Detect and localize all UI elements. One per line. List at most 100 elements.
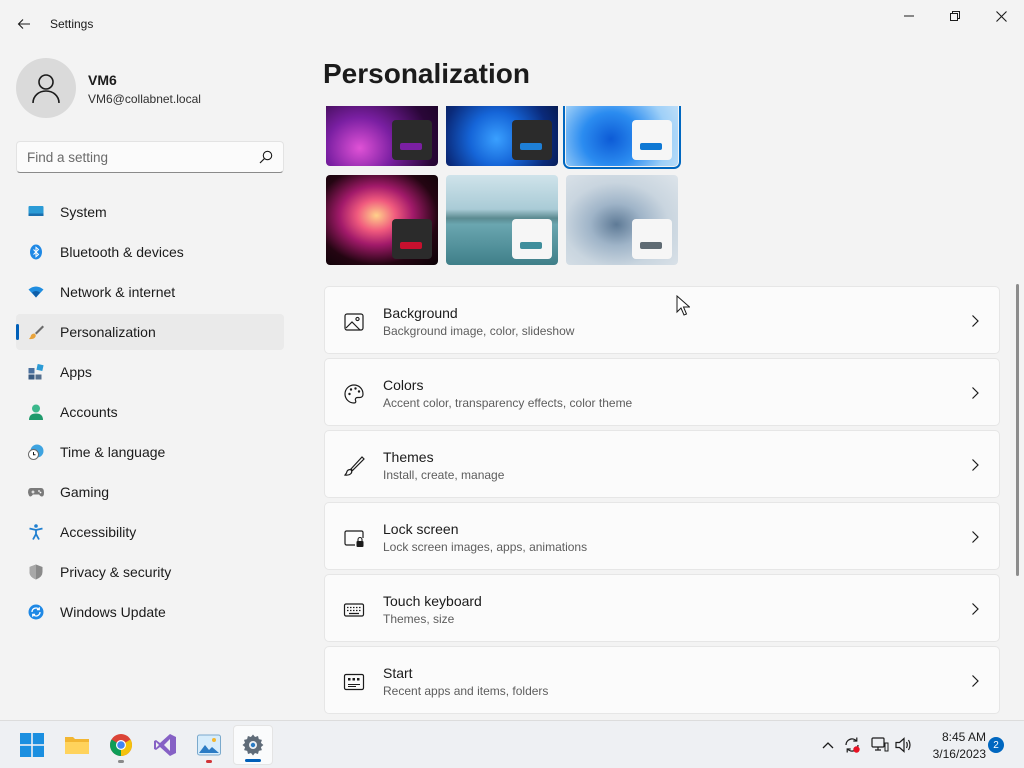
person-icon xyxy=(32,74,60,104)
gamepad-icon xyxy=(28,488,44,497)
accessibility-icon xyxy=(29,524,43,540)
chevron-right-icon xyxy=(972,675,979,687)
setting-description: Themes, size xyxy=(383,612,455,626)
back-button[interactable] xyxy=(10,10,38,38)
theme-thumbnail-flower[interactable] xyxy=(326,175,438,265)
network-icon xyxy=(871,737,889,752)
page-title: Personalization xyxy=(323,58,530,89)
setting-themes[interactable]: Themes Install, create, manage xyxy=(324,430,1000,498)
avatar[interactable] xyxy=(16,58,76,118)
accent-bar xyxy=(520,143,542,150)
clock-time[interactable]: 8:45 AM xyxy=(920,730,986,744)
app-title: Settings xyxy=(50,17,94,31)
setting-title: Background xyxy=(383,305,458,321)
setting-title: Lock screen xyxy=(383,521,459,537)
taskbar-photos[interactable] xyxy=(189,725,229,765)
sidebar-item-network[interactable]: Network & internet xyxy=(16,274,284,310)
close-button[interactable] xyxy=(978,0,1024,32)
title-bar: Settings xyxy=(0,0,1024,46)
user-email: VM6@collabnet.local xyxy=(88,92,201,106)
theme-thumbnail-bloom-silver[interactable] xyxy=(566,175,678,265)
accent-bar xyxy=(640,143,662,150)
start-menu-icon xyxy=(343,673,365,691)
theme-thumbnail-lake[interactable] xyxy=(446,175,558,265)
scrollbar-thumb[interactable] xyxy=(1016,284,1019,576)
apps-grid-icon xyxy=(28,364,44,380)
user-name: VM6 xyxy=(88,72,117,88)
taskbar-chrome[interactable] xyxy=(101,725,141,765)
setting-colors[interactable]: Colors Accent color, transparency effect… xyxy=(324,358,1000,426)
paintbrush-icon xyxy=(29,325,44,340)
sidebar-item-label: Privacy & security xyxy=(60,564,172,580)
tray-volume[interactable] xyxy=(894,735,914,755)
clock-date[interactable]: 3/16/2023 xyxy=(920,747,986,761)
back-arrow-icon xyxy=(17,19,30,29)
sidebar-item-privacy-security[interactable]: Privacy & security xyxy=(16,554,284,590)
sidebar-item-accounts[interactable]: Accounts xyxy=(16,394,284,430)
sidebar-item-gaming[interactable]: Gaming xyxy=(16,474,284,510)
sidebar-item-windows-update[interactable]: Windows Update xyxy=(16,594,284,630)
taskbar-start-button[interactable] xyxy=(12,725,52,765)
maximize-button[interactable] xyxy=(932,0,978,32)
sidebar-item-accessibility[interactable]: Accessibility xyxy=(16,514,284,550)
taskbar-visual-studio[interactable] xyxy=(145,725,185,765)
accent-bar xyxy=(400,143,422,150)
setting-start[interactable]: Start Recent apps and items, folders xyxy=(324,646,1000,714)
taskbar-file-explorer[interactable] xyxy=(57,725,97,765)
sidebar-item-label: Bluetooth & devices xyxy=(60,244,184,260)
setting-title: Touch keyboard xyxy=(383,593,482,609)
setting-description: Recent apps and items, folders xyxy=(383,684,549,698)
minimize-button[interactable] xyxy=(886,0,932,32)
image-icon xyxy=(344,313,364,331)
sidebar-item-label: Time & language xyxy=(60,444,166,460)
monitor-icon xyxy=(28,206,44,216)
shield-icon xyxy=(29,564,43,580)
taskbar-settings[interactable] xyxy=(233,725,273,765)
gear-icon xyxy=(242,734,264,756)
setting-title: Colors xyxy=(383,377,424,393)
tray-overflow-button[interactable] xyxy=(818,735,838,755)
theme-thumbnail-windows-light[interactable] xyxy=(563,106,681,169)
sidebar-item-bluetooth[interactable]: Bluetooth & devices xyxy=(16,234,284,270)
close-icon xyxy=(995,10,1007,22)
search-input[interactable] xyxy=(27,142,247,172)
setting-title: Themes xyxy=(383,449,434,465)
theme-thumbnail-purple-glow[interactable] xyxy=(326,106,438,166)
tray-network[interactable] xyxy=(870,735,890,755)
taskbar: 8:45 AM 3/16/2023 2 xyxy=(0,720,1024,768)
sidebar-item-apps[interactable]: Apps xyxy=(16,354,284,390)
running-indicator xyxy=(206,760,212,763)
sidebar-item-label: Network & internet xyxy=(60,284,176,300)
theme-preview-card xyxy=(512,219,552,259)
setting-background[interactable]: Background Background image, color, slid… xyxy=(324,286,1000,354)
folder-icon xyxy=(65,737,89,754)
setting-touch-keyboard[interactable]: Touch keyboard Themes, size xyxy=(324,574,1000,642)
accent-bar xyxy=(640,242,662,249)
theme-preview-card xyxy=(632,219,672,259)
sidebar-item-time-language[interactable]: Time & language xyxy=(16,434,284,470)
theme-thumbnail-windows-dark[interactable] xyxy=(446,106,558,166)
photos-icon xyxy=(197,734,221,756)
theme-preview-card xyxy=(392,219,432,259)
chrome-icon xyxy=(110,734,132,756)
chevron-right-icon xyxy=(972,531,979,543)
notification-badge[interactable]: 2 xyxy=(988,737,1004,753)
settings-list: Background Background image, color, slid… xyxy=(324,286,1000,720)
sidebar-item-personalization[interactable]: Personalization xyxy=(16,314,284,350)
sidebar-item-system[interactable]: System xyxy=(16,194,284,230)
search-icon[interactable] xyxy=(259,150,273,164)
setting-lock-screen[interactable]: Lock screen Lock screen images, apps, an… xyxy=(324,502,1000,570)
mouse-cursor-icon xyxy=(676,295,690,316)
visual-studio-icon xyxy=(154,734,176,756)
tray-sync-status[interactable] xyxy=(842,735,862,755)
sidebar-item-label: Personalization xyxy=(60,324,156,340)
setting-description: Background image, color, slideshow xyxy=(383,324,575,338)
sync-icon xyxy=(28,604,44,620)
sidebar-item-label: System xyxy=(60,204,107,220)
lock-screen-icon xyxy=(344,530,364,547)
setting-title: Start xyxy=(383,665,413,681)
keyboard-icon xyxy=(343,603,365,617)
pen-brush-icon xyxy=(343,456,365,476)
maximize-icon xyxy=(950,11,960,21)
sidebar-item-label: Gaming xyxy=(60,484,110,500)
